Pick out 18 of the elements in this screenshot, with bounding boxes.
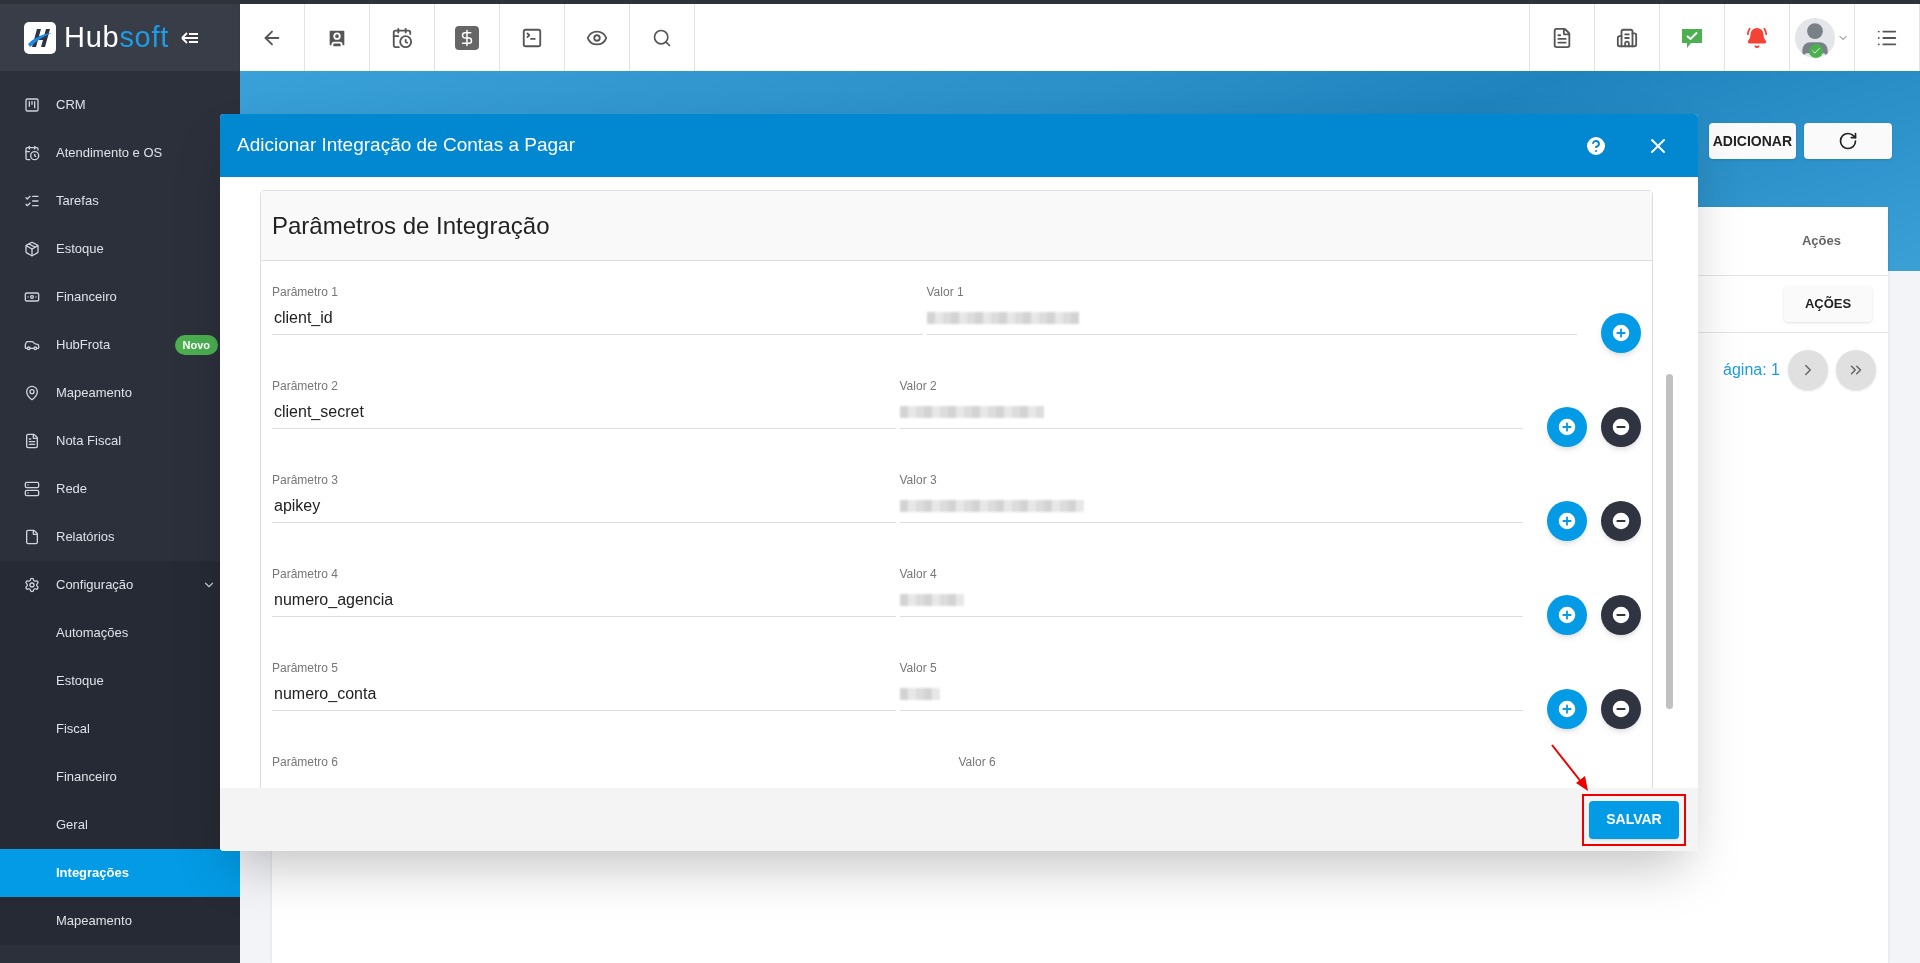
field-label: Parâmetro 3 [272,472,340,489]
field-label: Valor 1 [926,284,965,301]
dialog-title: Adicionar Integração de Contas a Pagar [237,133,576,158]
field-label: Parâmetro 1 [272,284,340,301]
column-header: Ações [1801,232,1841,251]
field-label: Parâmetro 2 [272,378,340,395]
field-label: Valor 2 [899,378,938,395]
card-title: Parâmetros de Integração [272,210,550,241]
field-label: Valor 3 [899,472,938,489]
field-label: Parâmetro 4 [272,566,340,583]
field-label: Valor 6 [958,754,997,771]
field-label: Parâmetro 5 [272,660,340,677]
field-label: Valor 5 [899,660,938,677]
new-badge: Novo [174,334,218,356]
logo-text: Hubsoft [64,23,170,52]
field-label: Valor 4 [899,566,938,583]
page-indicator: ágina: 1 [1723,360,1780,380]
field-label: Parâmetro 6 [272,754,340,771]
